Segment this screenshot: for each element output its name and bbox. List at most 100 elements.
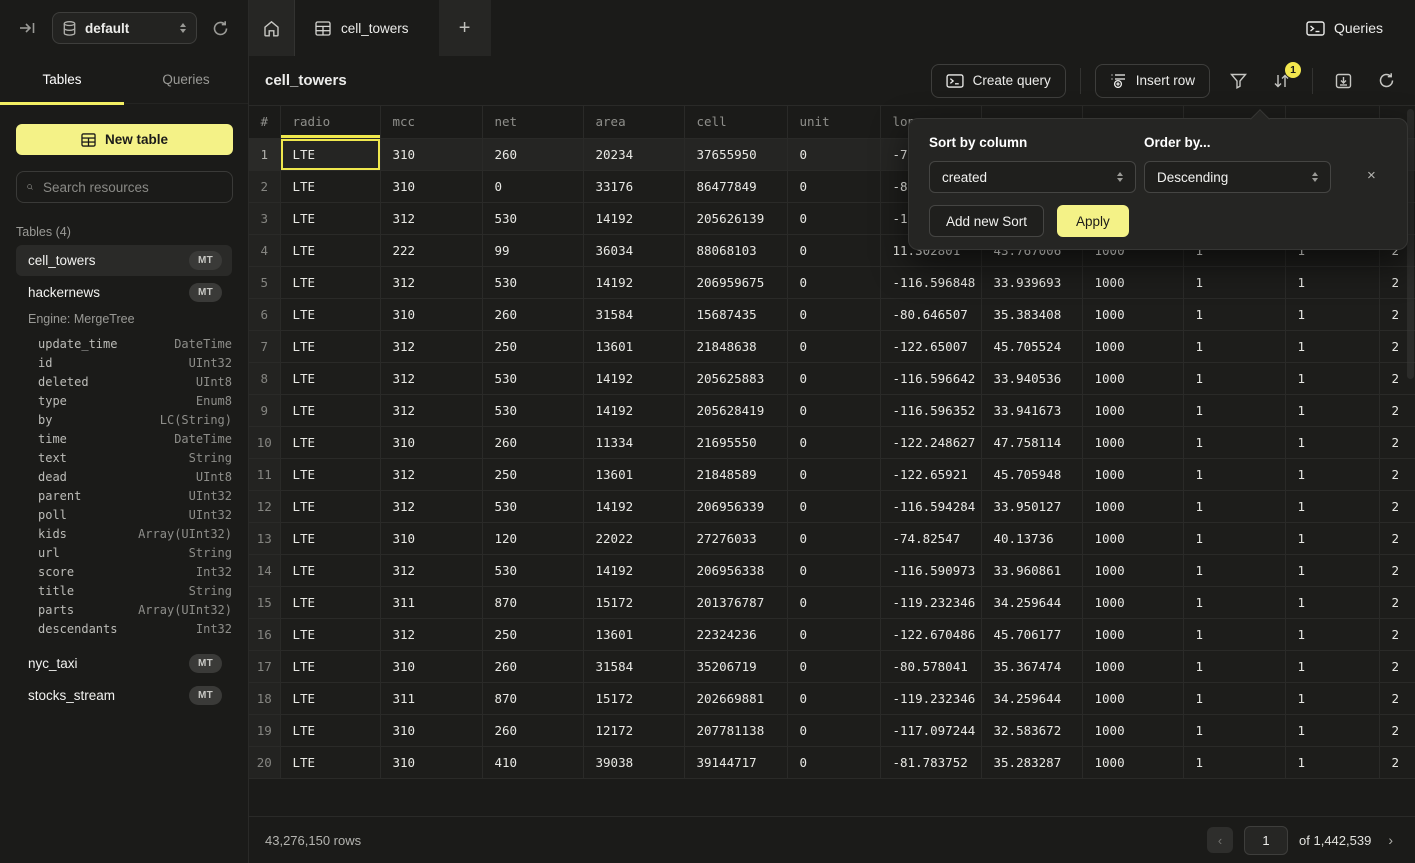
table-cell[interactable]: -116.596352	[880, 394, 981, 426]
table-cell[interactable]: 310	[380, 650, 482, 682]
vertical-scrollbar[interactable]	[1407, 109, 1414, 379]
table-cell[interactable]: 35.383408	[981, 298, 1082, 330]
table-cell[interactable]: LTE	[280, 618, 380, 650]
table-cell[interactable]: LTE	[280, 298, 380, 330]
column-header-mcc[interactable]: mcc	[380, 106, 482, 138]
table-cell[interactable]: 1	[1285, 458, 1379, 490]
table-cell[interactable]: 312	[380, 266, 482, 298]
insert-row-button[interactable]: Insert row	[1095, 64, 1210, 98]
table-cell[interactable]: 1	[1285, 746, 1379, 778]
table-cell[interactable]: 2	[1379, 650, 1415, 682]
table-cell[interactable]: 312	[380, 330, 482, 362]
table-cell[interactable]: 1	[1285, 490, 1379, 522]
table-cell[interactable]: 1000	[1082, 490, 1183, 522]
table-cell[interactable]: 45.705524	[981, 330, 1082, 362]
table-cell[interactable]: 37655950	[684, 138, 787, 170]
table-cell[interactable]: 530	[482, 266, 583, 298]
table-cell[interactable]: 310	[380, 138, 482, 170]
new-table-button[interactable]: New table	[16, 124, 233, 155]
table-cell[interactable]: -122.65007	[880, 330, 981, 362]
table-cell[interactable]: 40.13736	[981, 522, 1082, 554]
table-cell[interactable]: 1	[1183, 554, 1285, 586]
table-cell[interactable]: 0	[787, 394, 880, 426]
table-cell[interactable]: 39038	[583, 746, 684, 778]
table-cell[interactable]: 1	[1285, 330, 1379, 362]
table-cell[interactable]: 1	[1183, 394, 1285, 426]
table-cell[interactable]: 0	[787, 458, 880, 490]
table-cell[interactable]: 260	[482, 138, 583, 170]
table-cell[interactable]: 0	[787, 362, 880, 394]
table-list-item-hackernews[interactable]: hackernewsMT	[16, 277, 232, 308]
table-cell[interactable]: 530	[482, 362, 583, 394]
next-page-button[interactable]: ›	[1382, 831, 1399, 849]
table-cell[interactable]: LTE	[280, 650, 380, 682]
table-cell[interactable]: 2	[1379, 394, 1415, 426]
table-cell[interactable]: 33.939693	[981, 266, 1082, 298]
remove-sort-button[interactable]: ×	[1361, 166, 1382, 185]
table-cell[interactable]: 312	[380, 458, 482, 490]
sort-column-select[interactable]: created	[929, 161, 1136, 193]
table-cell[interactable]: 0	[787, 234, 880, 266]
table-cell[interactable]: 870	[482, 682, 583, 714]
table-cell[interactable]: 310	[380, 714, 482, 746]
table-cell[interactable]: LTE	[280, 170, 380, 202]
table-cell[interactable]: 0	[787, 618, 880, 650]
table-cell[interactable]: 0	[787, 586, 880, 618]
column-header-radio[interactable]: radio	[280, 106, 380, 138]
table-cell[interactable]: 33.940536	[981, 362, 1082, 394]
table-cell[interactable]: 14192	[583, 490, 684, 522]
table-cell[interactable]: 31584	[583, 298, 684, 330]
column-header-cell[interactable]: cell	[684, 106, 787, 138]
home-tab[interactable]	[249, 0, 295, 56]
table-cell[interactable]: 1	[1183, 266, 1285, 298]
table-list-item-cell_towers[interactable]: cell_towersMT	[16, 245, 232, 276]
table-cell[interactable]: 20234	[583, 138, 684, 170]
table-cell[interactable]: 2	[1379, 490, 1415, 522]
table-cell[interactable]: 312	[380, 554, 482, 586]
table-cell[interactable]: 312	[380, 362, 482, 394]
sort-button[interactable]: 1	[1269, 69, 1294, 93]
table-cell[interactable]: 0	[787, 170, 880, 202]
table-cell[interactable]: 312	[380, 202, 482, 234]
table-cell[interactable]: 45.706177	[981, 618, 1082, 650]
export-button[interactable]	[1331, 69, 1356, 93]
new-tab-button[interactable]: +	[439, 0, 491, 56]
table-cell[interactable]: 33.950127	[981, 490, 1082, 522]
table-cell[interactable]: 1000	[1082, 426, 1183, 458]
table-cell[interactable]: -119.232346	[880, 682, 981, 714]
table-cell[interactable]: LTE	[280, 458, 380, 490]
table-cell[interactable]: 260	[482, 714, 583, 746]
table-cell[interactable]: 250	[482, 330, 583, 362]
table-cell[interactable]: 13601	[583, 330, 684, 362]
table-cell[interactable]: 1	[1183, 298, 1285, 330]
table-cell[interactable]: 1000	[1082, 266, 1183, 298]
table-cell[interactable]: 35.283287	[981, 746, 1082, 778]
table-cell[interactable]: 34.259644	[981, 682, 1082, 714]
table-cell[interactable]: -116.596848	[880, 266, 981, 298]
table-cell[interactable]: 312	[380, 490, 482, 522]
tab-cell-towers[interactable]: cell_towers	[295, 0, 439, 56]
table-cell[interactable]: 250	[482, 618, 583, 650]
table-cell[interactable]: -116.594284	[880, 490, 981, 522]
table-cell[interactable]: 206956338	[684, 554, 787, 586]
table-cell[interactable]: 35206719	[684, 650, 787, 682]
table-cell[interactable]: 1	[1183, 618, 1285, 650]
table-cell[interactable]: 260	[482, 298, 583, 330]
table-cell[interactable]: LTE	[280, 586, 380, 618]
table-cell[interactable]: 1000	[1082, 746, 1183, 778]
table-cell[interactable]: 2	[1379, 586, 1415, 618]
table-cell[interactable]: 312	[380, 618, 482, 650]
table-cell[interactable]: 14192	[583, 266, 684, 298]
table-cell[interactable]: 2	[1379, 522, 1415, 554]
create-query-button[interactable]: Create query	[931, 64, 1066, 98]
table-cell[interactable]: 0	[787, 426, 880, 458]
table-cell[interactable]: 530	[482, 490, 583, 522]
table-cell[interactable]: 32.583672	[981, 714, 1082, 746]
table-cell[interactable]: 21848638	[684, 330, 787, 362]
table-cell[interactable]: 1000	[1082, 618, 1183, 650]
table-cell[interactable]: 21848589	[684, 458, 787, 490]
table-list-item-nyc_taxi[interactable]: nyc_taxiMT	[16, 648, 232, 679]
table-cell[interactable]: 870	[482, 586, 583, 618]
table-cell[interactable]: LTE	[280, 746, 380, 778]
table-cell[interactable]: 0	[482, 170, 583, 202]
